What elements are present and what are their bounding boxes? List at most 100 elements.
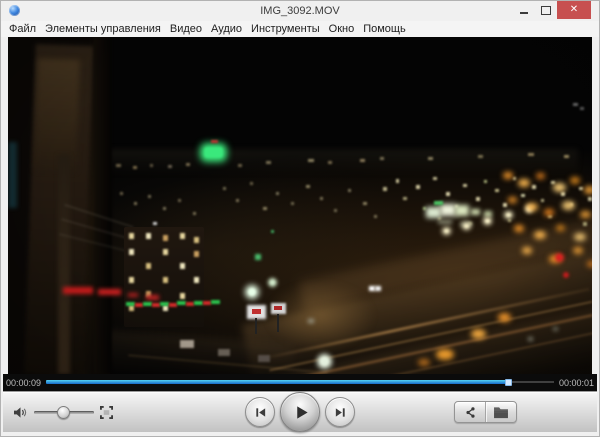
menu-item-5[interactable]: Инструменты: [251, 23, 320, 35]
scene-element: [434, 201, 443, 205]
timeline-handle[interactable]: [505, 379, 512, 386]
scene-element: [484, 211, 492, 217]
scene-element: [548, 215, 552, 218]
scene-element: [204, 147, 223, 158]
scene-element: [163, 305, 168, 311]
step-forward-button[interactable]: [325, 397, 355, 427]
scene-element: [129, 233, 134, 239]
share-button[interactable]: [455, 402, 485, 422]
scene-element: [98, 289, 121, 295]
scene-element: [194, 301, 203, 305]
close-button[interactable]: ✕: [557, 1, 591, 19]
scene-element: [348, 189, 351, 192]
window-controls: ✕: [513, 1, 591, 19]
menu-item-1[interactable]: Файл: [9, 23, 36, 35]
scene-element: [580, 107, 584, 110]
scene-element: [471, 209, 480, 215]
scene-element: [418, 359, 430, 366]
scene-element: [148, 195, 151, 198]
scene-element: [116, 164, 121, 167]
menu-item-4[interactable]: Аудио: [211, 23, 242, 35]
scene-element: [428, 209, 439, 216]
scene-element: [588, 197, 592, 201]
menu-item-3[interactable]: Видео: [170, 23, 202, 35]
fullscreen-button[interactable]: [100, 406, 113, 419]
scene-element: [508, 219, 511, 222]
minimize-button[interactable]: [513, 1, 535, 19]
scene-element: [471, 329, 486, 339]
scene-element: [59, 233, 139, 255]
scene-element: [248, 288, 256, 296]
scene-element: [134, 202, 137, 205]
scene-element: [146, 291, 151, 297]
volume-slider[interactable]: [34, 406, 94, 419]
scene-element: [503, 172, 513, 179]
play-button[interactable]: [280, 392, 320, 432]
scene-element: [8, 132, 592, 374]
scene-element: [562, 201, 575, 210]
scene-element: [63, 287, 93, 294]
scene-element: [168, 165, 172, 168]
scene-element: [270, 280, 275, 285]
scene-element: [463, 184, 467, 187]
scene-element: [48, 147, 428, 347]
elapsed-time: 00:00:09: [6, 378, 41, 388]
scene-element: [129, 249, 134, 255]
scene-element: [521, 194, 525, 197]
share-icon: [464, 406, 477, 419]
step-backward-button[interactable]: [245, 397, 275, 427]
volume-knob[interactable]: [57, 406, 70, 419]
scene-element: [476, 197, 480, 201]
title-bar[interactable]: IMG_3092.MOV ✕: [1, 1, 599, 21]
scene-element: [242, 246, 592, 374]
window-title: IMG_3092.MOV: [1, 5, 599, 17]
menu-item-6[interactable]: Окно: [329, 23, 355, 35]
scene-element: [133, 166, 137, 169]
open-file-button[interactable]: [485, 402, 516, 422]
scene-element: [298, 217, 592, 311]
scene-element: [150, 164, 153, 167]
scene-element: [564, 273, 568, 277]
menu-item-2[interactable]: Элементы управления: [45, 23, 161, 35]
scene-element: [266, 161, 271, 164]
scene-element: [460, 222, 472, 226]
scene-element: [484, 180, 487, 183]
menu-bar: Файл Элементы управления Видео Аудио Инструм…: [1, 21, 599, 37]
scene-element: [508, 197, 517, 203]
scene-element: [438, 220, 452, 224]
scene-element: [264, 280, 376, 352]
scene-element: [457, 207, 467, 214]
video-scene: [8, 37, 592, 374]
scene-element: [254, 301, 592, 374]
scene-element: [573, 247, 583, 254]
scene-element: [528, 153, 534, 156]
menu-item-7[interactable]: Помощь: [363, 23, 406, 35]
scene-element: [194, 237, 199, 243]
step-backward-icon: [254, 406, 267, 419]
scene-element: [78, 149, 578, 175]
seek-track[interactable]: [46, 379, 554, 386]
scene-element: [579, 187, 583, 190]
scene-element: [485, 219, 490, 223]
scene-element: [363, 202, 367, 205]
control-bar: [3, 391, 597, 432]
scene-element: [271, 230, 274, 233]
scene-element: [178, 199, 181, 202]
scene-element: [455, 205, 458, 208]
scene-element: [8, 142, 17, 208]
scene-element: [256, 288, 589, 362]
maximize-button[interactable]: [535, 1, 557, 19]
scene-element: [526, 203, 538, 211]
scene-element: [211, 300, 220, 304]
scene-element: [503, 203, 507, 207]
scene-element: [551, 181, 555, 184]
scene-element: [478, 155, 483, 158]
scene-element: [570, 203, 573, 206]
scene-element: [8, 37, 110, 374]
scene-element: [518, 179, 530, 187]
quicktime-player-window: IMG_3092.MOV ✕ Файл Элементы управления Ви…: [0, 0, 600, 437]
scene-element: [574, 233, 586, 241]
scene-element: [126, 302, 135, 306]
scene-element: [64, 204, 133, 228]
video-frame[interactable]: [8, 37, 592, 374]
